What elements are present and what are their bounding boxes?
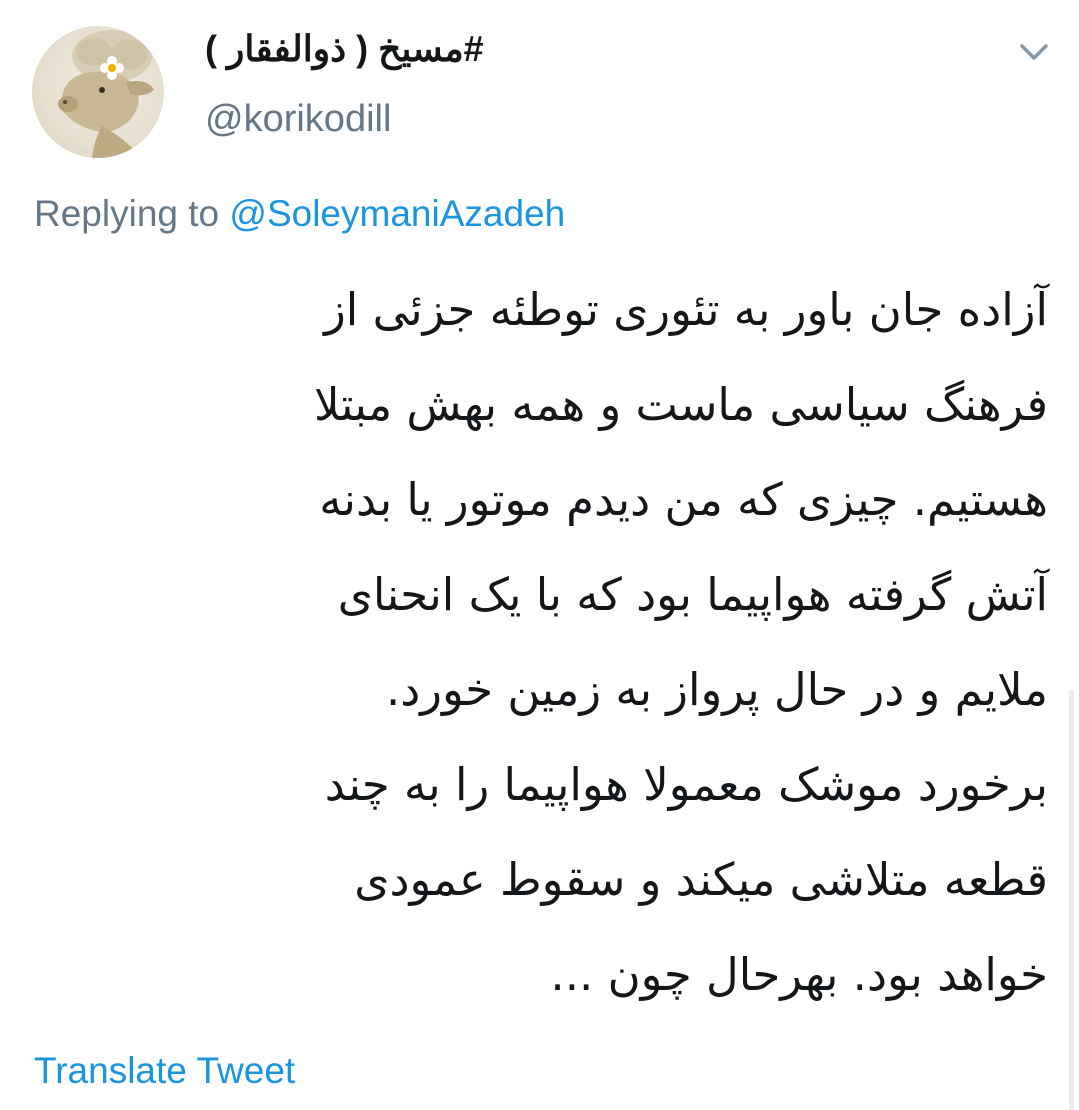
- tweet-text-line: فرهنگ سیاسی ماست و همه بهش مبتلا: [313, 378, 1048, 431]
- tweet-text-line: خواهد بود. بهرحال چون ...: [550, 948, 1048, 1001]
- reply-prefix: Replying to: [34, 193, 230, 234]
- tweet-text-line: قطعه متلاشی میکند و سقوط عمودی: [354, 853, 1048, 906]
- reply-mention-link[interactable]: @SoleymaniAzadeh: [229, 193, 565, 234]
- scrollbar[interactable]: [1069, 690, 1074, 1110]
- tweet-text-line: آتش گرفته هواپیما بود که با یک انحنای: [337, 568, 1048, 621]
- tweet-text: آزاده جان باور به تئوری توطئه جزئی از فر…: [40, 262, 1048, 1022]
- tweet-text-line: برخورد موشک معمولا هواپیما را به چند: [324, 758, 1048, 811]
- tweet-text-line: آزاده جان باور به تئوری توطئه جزئی از: [324, 283, 1048, 336]
- sheep-avatar-icon[interactable]: [32, 26, 164, 158]
- author-handle[interactable]: @korikodill: [205, 98, 391, 141]
- reply-context: Replying to @SoleymaniAzadeh: [34, 193, 565, 235]
- chevron-down-icon[interactable]: [1016, 38, 1052, 66]
- tweet-text-line: ملایم و در حال پرواز به زمین خورد.: [385, 663, 1048, 716]
- tweet-text-line: هستیم. چیزی که من دیدم موتور یا بدنه: [319, 473, 1048, 526]
- author-display-name[interactable]: #مسیخ ( ذوالفقار ): [205, 28, 484, 70]
- translate-tweet-link[interactable]: Translate Tweet: [34, 1050, 295, 1092]
